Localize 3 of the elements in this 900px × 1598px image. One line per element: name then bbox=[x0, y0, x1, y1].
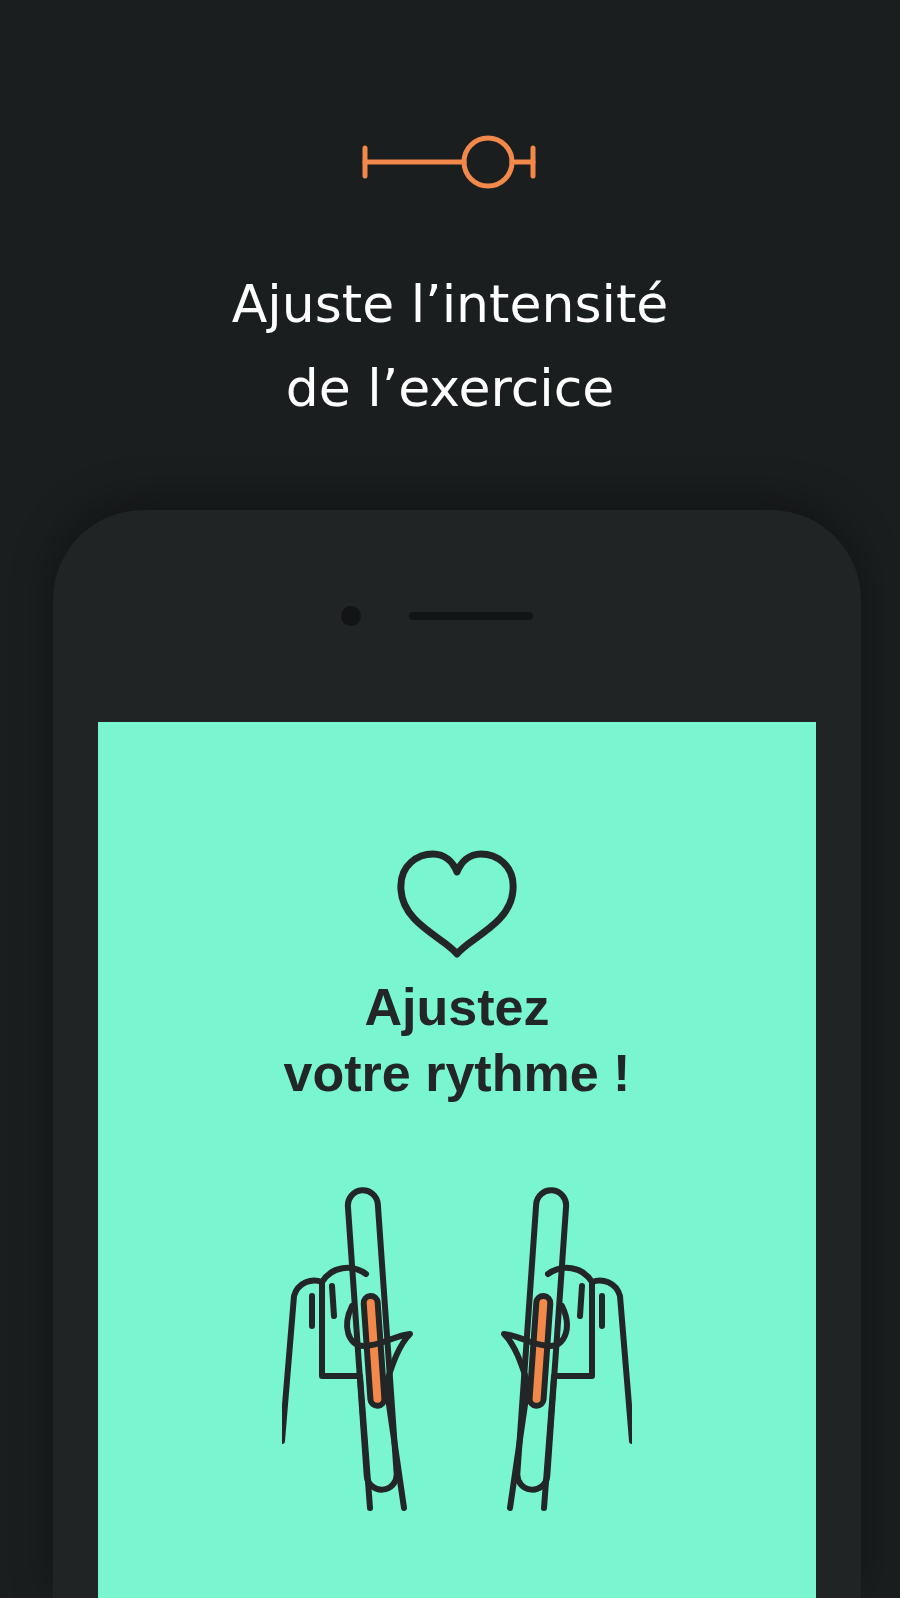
headline: Ajuste l’intensité de l’exercice bbox=[231, 273, 669, 420]
heart-icon bbox=[395, 850, 519, 960]
screen-title: Ajustez votre rythme ! bbox=[283, 977, 631, 1104]
